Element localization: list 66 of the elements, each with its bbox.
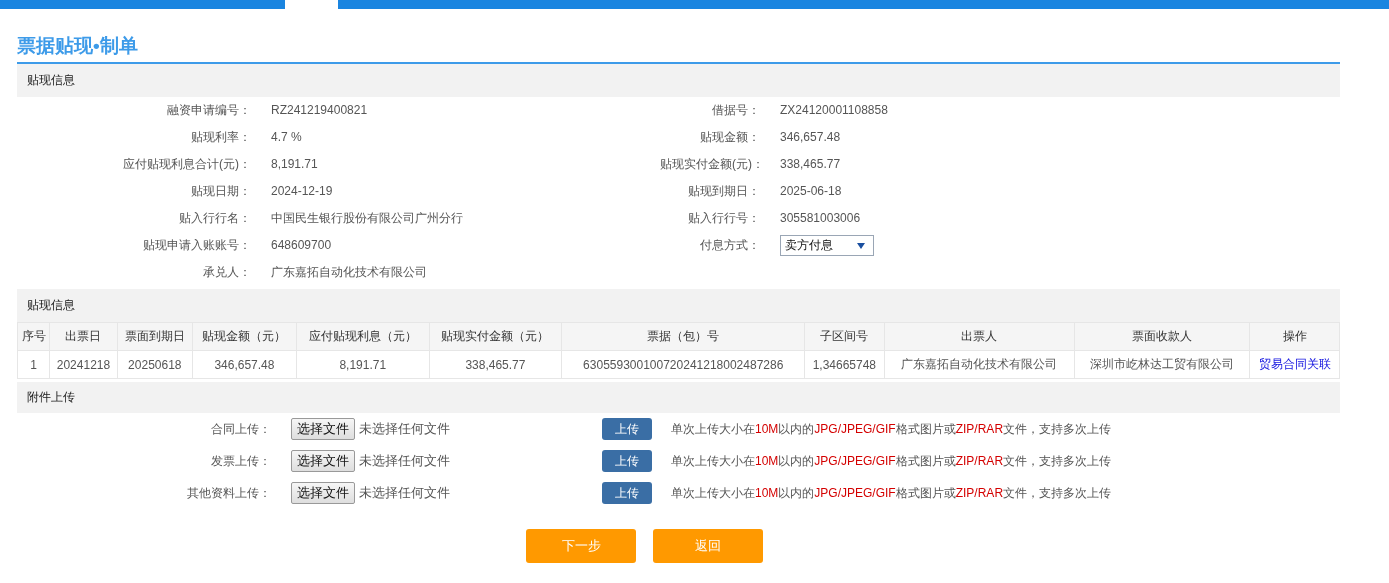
table-cell: 广东嘉拓自动化技术有限公司: [884, 350, 1075, 379]
caret-icon: [857, 242, 865, 249]
field-label: 贴现实付金额(元)：: [660, 156, 765, 173]
field-label: 贴入行行号：: [687, 210, 761, 227]
field-value: 2025-06-18: [780, 183, 843, 200]
field-label: 贴现利率：: [190, 129, 252, 146]
field-label: 付息方式：: [699, 237, 761, 254]
field-label: 贴现到期日：: [687, 183, 761, 200]
column-header: 贴现金额（元）: [192, 322, 297, 351]
choose-file-button[interactable]: 选择文件: [291, 450, 355, 472]
column-header: 序号: [17, 322, 50, 351]
field-value: ZX24120001108858: [780, 102, 889, 119]
table-cell: 1: [17, 350, 50, 379]
field-label: 其他资料上传：: [186, 484, 272, 502]
field-label: 贴入行行名：: [178, 210, 252, 227]
field-label: 融资申请编号：: [166, 102, 252, 119]
field-value: RZ241219400821: [271, 102, 369, 119]
upload-hint: 单次上传大小在10M以内的JPG/JPEG/GIF格式图片或ZIP/RAR文件，支持多次上传: [671, 484, 1112, 502]
field-value: 338,465.77: [780, 156, 842, 173]
column-header: 应付贴现利息（元）: [296, 322, 430, 351]
field-label: 贴现金额：: [699, 129, 761, 146]
field-label: 应付贴现利息合计(元)：: [122, 156, 252, 173]
payment-select[interactable]: 卖方付息: [780, 235, 874, 256]
upload-button[interactable]: 上传: [602, 482, 652, 504]
field-value: 广东嘉拓自动化技术有限公司: [271, 264, 428, 281]
field-label: 借据号：: [711, 102, 761, 119]
field-value: 中国民生银行股份有限公司广州分行: [271, 210, 464, 227]
upload-button[interactable]: 上传: [602, 418, 652, 440]
section-header: 附件上传: [17, 382, 1340, 413]
field-value: 8,191.71: [271, 156, 319, 173]
table-cell: 630559300100720241218002487286: [561, 350, 805, 379]
file-status: 未选择任何文件: [359, 452, 451, 470]
file-status: 未选择任何文件: [359, 484, 451, 502]
choose-file-button[interactable]: 选择文件: [291, 418, 355, 440]
column-header: 子区间号: [804, 322, 885, 351]
column-header: 出票人: [884, 322, 1075, 351]
field-value: 4.7 %: [271, 129, 303, 146]
table-cell: 深圳市屹林达工贸有限公司: [1074, 350, 1250, 379]
table-cell: 1,34665748: [804, 350, 885, 379]
column-header: 操作: [1249, 322, 1340, 351]
upload-hint: 单次上传大小在10M以内的JPG/JPEG/GIF格式图片或ZIP/RAR文件，支持多次上传: [671, 420, 1112, 438]
file-status: 未选择任何文件: [359, 420, 451, 438]
column-header: 票据（包）号: [561, 322, 805, 351]
field-label: 发票上传：: [210, 452, 272, 470]
field-value: 305581003006: [780, 210, 862, 227]
column-header: 票面收款人: [1074, 322, 1250, 351]
field-label: 贴现申请入账账号：: [142, 237, 252, 254]
field-label: 合同上传：: [210, 420, 272, 438]
field-value: 648609700: [271, 237, 333, 254]
column-header: 贴现实付金额（元）: [429, 322, 562, 351]
column-header: 票面到期日: [117, 322, 193, 351]
upload-button[interactable]: 上传: [602, 450, 652, 472]
field-label: 贴现日期：: [190, 183, 252, 200]
table-cell: 346,657.48: [192, 350, 297, 379]
table-cell: 8,191.71: [296, 350, 430, 379]
upload-hint: 单次上传大小在10M以内的JPG/JPEG/GIF格式图片或ZIP/RAR文件，支持多次上传: [671, 452, 1112, 470]
table-cell: 338,465.77: [429, 350, 562, 379]
field-value: 2024-12-19: [271, 183, 334, 200]
table-cell: 20250618: [117, 350, 193, 379]
field-label: 承兑人：: [202, 264, 252, 281]
choose-file-button[interactable]: 选择文件: [291, 482, 355, 504]
column-header: 出票日: [49, 322, 118, 351]
section-header: 贴现信息: [17, 64, 1340, 97]
table-cell: 20241218: [49, 350, 118, 379]
section-header: 贴现信息: [17, 289, 1340, 322]
field-value: 346,657.48: [780, 129, 842, 146]
